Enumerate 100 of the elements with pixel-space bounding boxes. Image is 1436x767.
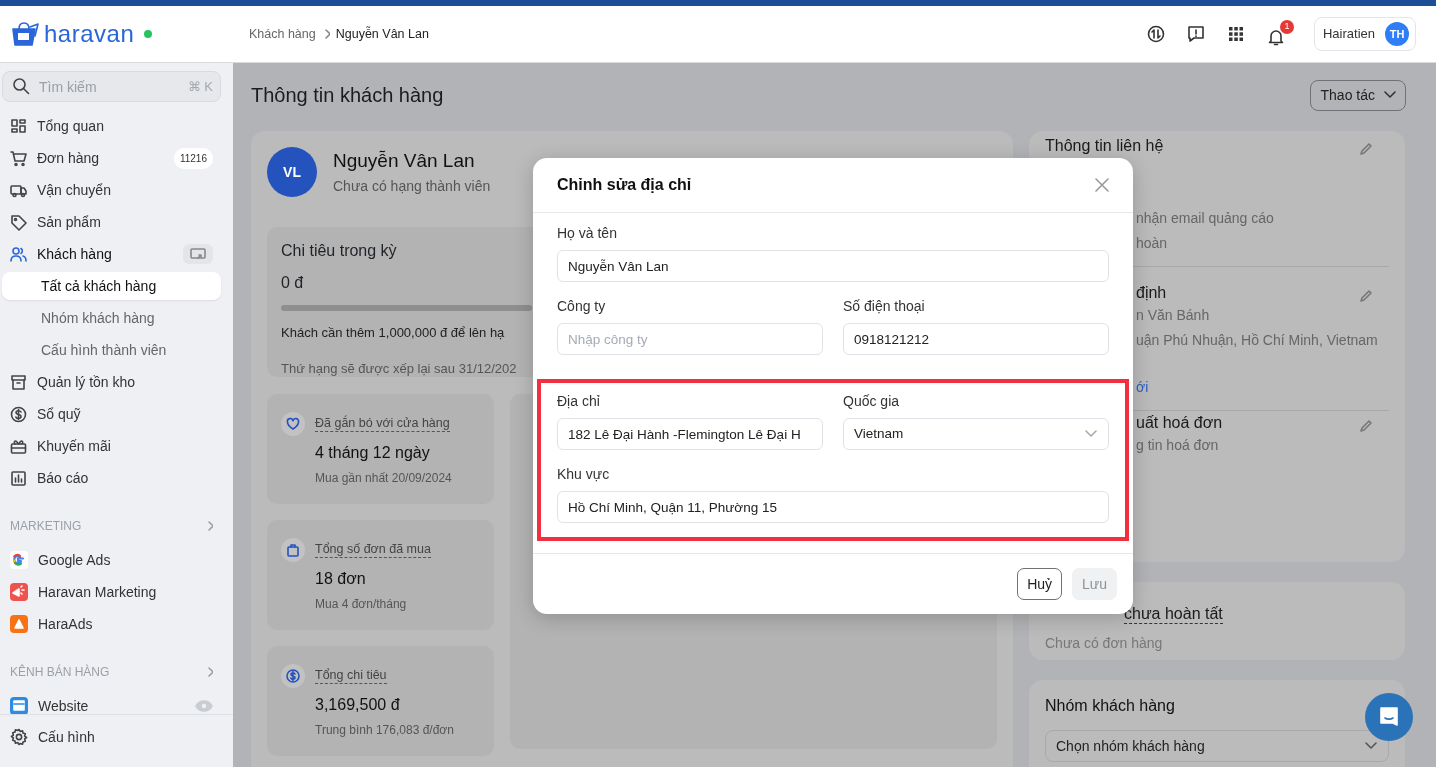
apps-icon	[1226, 25, 1245, 43]
field-label: Số điện thoại	[843, 297, 925, 316]
dialog-title: Chỉnh sửa địa chỉ	[557, 175, 692, 195]
sidebar-item[interactable]: Tất cả khách hàng	[2, 272, 221, 300]
bag-logo-icon	[10, 21, 40, 47]
input-field[interactable]: 0918121212	[843, 323, 1109, 355]
country-select[interactable]: Vietnam	[843, 418, 1109, 450]
section-title: uất hoá đơn	[1136, 413, 1223, 433]
section-heading: MARKETING	[10, 518, 82, 535]
dollar-icon	[286, 669, 300, 683]
stat-label: Đã gắn bó với cửa hàng	[315, 416, 450, 432]
customer-avatar: VL	[267, 147, 317, 197]
sidebar-item[interactable]: Tổng quan	[2, 112, 221, 140]
input-field[interactable]: Nhập công ty	[557, 323, 823, 355]
info-text: g tin hoá đơn	[1136, 436, 1220, 455]
count-badge: 11216	[173, 147, 213, 169]
close-icon	[1095, 178, 1109, 192]
upgrade-note: Khách cần thêm 1,000,000 đ để lên hạ	[281, 324, 505, 342]
sync-icon	[1146, 25, 1165, 43]
close-button[interactable]	[1095, 178, 1109, 192]
notification-button[interactable]: 1	[1265, 20, 1294, 48]
tag-icon	[10, 213, 27, 231]
stat-note: Trung bình 176,083 đ/đơn	[315, 722, 454, 739]
sidebar-item[interactable]: Cấu hình	[2, 723, 221, 751]
edit-button[interactable]	[1359, 142, 1373, 156]
sidebar-item[interactable]: Nhóm khách hàng	[2, 304, 221, 332]
bag-icon	[286, 543, 300, 557]
reset-note: Thứ hạng sẽ được xếp lại sau 31/12/202	[281, 359, 517, 378]
sidebar-item[interactable]: Haravan Marketing	[2, 578, 221, 606]
actions-dropdown[interactable]: Thao tác	[1309, 79, 1406, 111]
section-title: định	[1136, 283, 1167, 303]
archive-icon	[10, 373, 27, 391]
sidebar-item[interactable]: Google Ads	[2, 546, 221, 574]
gear-icon	[10, 728, 28, 746]
stat-note: Mua gần nhất 20/09/2024	[315, 470, 452, 487]
users-icon	[10, 245, 27, 263]
dashboard-icon	[10, 117, 27, 135]
monitor-icon	[190, 248, 206, 260]
spending-value: 0 đ	[281, 273, 305, 293]
edit-button[interactable]	[1359, 419, 1373, 433]
search-icon	[12, 77, 30, 95]
website-icon	[10, 697, 28, 714]
empty-text: Chưa có đơn hàng	[1045, 634, 1164, 653]
field-label: Họ và tên	[557, 224, 617, 243]
feedback-icon	[1186, 25, 1205, 43]
stat-value: 3,169,500 đ	[315, 695, 401, 715]
user-avatar: TH	[1385, 22, 1409, 46]
notification-icon	[1266, 28, 1285, 46]
sidebar-item[interactable]: Khách hàng	[2, 240, 221, 268]
breadcrumb-link[interactable]: Khách hàng	[249, 24, 316, 44]
sidebar-item[interactable]: HaraAds	[2, 610, 221, 638]
field-label: Quốc gia	[843, 392, 900, 411]
tier-text: Chưa có hạng thành viên	[333, 176, 491, 196]
pencil-icon	[1359, 289, 1373, 303]
dollar-icon	[10, 405, 27, 423]
chevron-icon	[205, 520, 213, 532]
sidebar-item[interactable]: Đơn hàng 11216	[2, 144, 221, 172]
stat-label: Tổng số đơn đã mua	[315, 542, 431, 558]
input-field[interactable]: Hồ Chí Minh, Quận 11, Phường 15	[557, 491, 1109, 523]
edit-button[interactable]	[1359, 289, 1373, 303]
sync-button[interactable]	[1145, 24, 1166, 44]
input-field[interactable]: 182 Lê Đại Hành -Flemington Lê Đại H	[557, 418, 823, 450]
input-field[interactable]: Nguyễn Vân Lan	[557, 250, 1109, 282]
cancel-button[interactable]: Huỷ	[1017, 568, 1063, 600]
section-title: Thông tin liên hệ	[1045, 136, 1164, 156]
sidebar-item[interactable]: Báo cáo	[2, 464, 221, 492]
info-text: uận Phú Nhuận, Hồ Chí Minh, Vietnam	[1136, 331, 1379, 350]
info-text: nhận email quảng cáo	[1136, 209, 1275, 228]
sidebar-item[interactable]: Website	[2, 692, 221, 714]
heart-icon	[286, 417, 300, 431]
stat-value: 4 tháng 12 ngày	[315, 443, 431, 463]
sidebar-item[interactable]: Cấu hình thành viên	[2, 336, 221, 364]
account-button[interactable]: Hairatien TH	[1313, 17, 1416, 51]
stat-note: Mua 4 đơn/tháng	[315, 596, 408, 613]
field-label: Địa chỉ	[557, 392, 600, 411]
cart-icon	[10, 149, 27, 167]
megaphone-icon	[10, 583, 28, 601]
sidebar-item[interactable]: Quản lý tồn kho	[2, 368, 221, 396]
gift-icon	[10, 437, 27, 455]
sidebar-item[interactable]: Khuyến mãi	[2, 432, 221, 460]
sidebar-item[interactable]: Sổ quỹ	[2, 400, 221, 428]
chart-icon	[10, 469, 27, 487]
feedback-button[interactable]	[1185, 24, 1206, 44]
brand-name: haravan	[44, 19, 135, 49]
chevron-icon	[205, 666, 213, 678]
field-label: Công ty	[557, 297, 606, 316]
pencil-icon	[1359, 142, 1373, 156]
section-heading: KÊNH BÁN HÀNG	[10, 663, 110, 681]
customer-name: Nguyễn Vân Lan	[333, 149, 476, 174]
chat-icon	[1378, 706, 1400, 728]
info-text: hoàn	[1136, 234, 1169, 253]
pencil-icon	[1359, 419, 1373, 433]
page-title: Thông tin khách hàng	[251, 83, 444, 107]
sidebar-item[interactable]: Sản phẩm	[2, 208, 221, 236]
eye-icon	[195, 700, 213, 712]
info-text: n Văn Bánh	[1136, 306, 1211, 325]
sidebar-item[interactable]: Vận chuyển	[2, 176, 221, 204]
monitor-button[interactable]	[183, 244, 213, 264]
breadcrumb-link[interactable]: Nguyễn Vân Lan	[335, 24, 429, 44]
group-select[interactable]: Chọn nhóm khách hàng	[1045, 730, 1389, 762]
